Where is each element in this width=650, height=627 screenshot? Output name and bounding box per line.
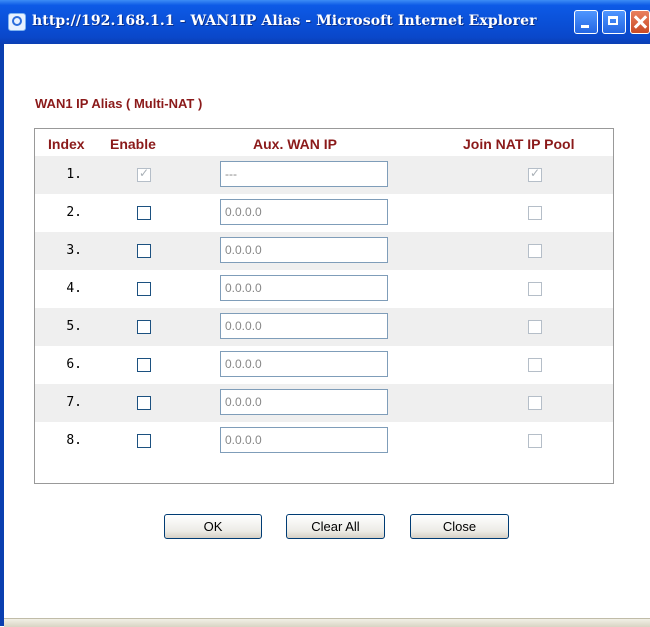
join-nat-ip-pool-checkbox[interactable] <box>528 396 542 410</box>
close-window-button[interactable] <box>630 10 650 34</box>
row-index: 3. <box>66 243 82 258</box>
join-nat-ip-pool-checkbox[interactable] <box>528 244 542 258</box>
column-header-aux-wan-ip: Aux. WAN IP <box>253 136 338 152</box>
table-row: 5. 0.0.0.0 <box>35 308 613 346</box>
column-header-index: Index <box>48 136 85 152</box>
clear-all-button[interactable]: Clear All <box>286 514 385 539</box>
table-row: 7. 0.0.0.0 <box>35 384 613 422</box>
ok-button[interactable]: OK <box>164 514 262 539</box>
table-row: 4. 0.0.0.0 <box>35 270 613 308</box>
close-button[interactable]: Close <box>410 514 509 539</box>
row-index: 7. <box>66 395 82 410</box>
table-row: 1. --- <box>35 156 613 194</box>
table-row: 3. 0.0.0.0 <box>35 232 613 270</box>
window-title: http://192.168.1.1 - WAN1IP Alias - Micr… <box>32 13 537 29</box>
aux-wan-ip-input[interactable]: 0.0.0.0 <box>220 237 388 263</box>
row-index: 4. <box>66 281 82 296</box>
join-nat-ip-pool-checkbox[interactable] <box>528 166 542 182</box>
aux-wan-ip-input[interactable]: --- <box>220 161 388 187</box>
aux-wan-ip-input[interactable]: 0.0.0.0 <box>220 275 388 301</box>
internet-explorer-icon <box>8 13 26 31</box>
aux-wan-ip-input[interactable]: 0.0.0.0 <box>220 313 388 339</box>
row-index: 1. <box>66 167 82 182</box>
row-index: 2. <box>66 205 82 220</box>
row-index: 6. <box>66 357 82 372</box>
enable-checkbox[interactable] <box>137 396 151 410</box>
table-row: 8. 0.0.0.0 <box>35 422 613 460</box>
title-bar[interactable]: http://192.168.1.1 - WAN1IP Alias - Micr… <box>0 0 650 44</box>
join-nat-ip-pool-checkbox[interactable] <box>528 206 542 220</box>
join-nat-ip-pool-checkbox[interactable] <box>528 434 542 448</box>
enable-checkbox[interactable] <box>137 358 151 372</box>
row-index: 8. <box>66 433 82 448</box>
aux-wan-ip-input[interactable]: 0.0.0.0 <box>220 199 388 225</box>
column-header-join-nat-ip-pool: Join NAT IP Pool <box>463 136 575 152</box>
aux-wan-ip-input[interactable]: 0.0.0.0 <box>220 351 388 377</box>
table-row: 2. 0.0.0.0 <box>35 194 613 232</box>
table-row: 6. 0.0.0.0 <box>35 346 613 384</box>
section-title: WAN1 IP Alias ( Multi-NAT ) <box>35 96 203 111</box>
enable-checkbox[interactable] <box>137 206 151 220</box>
enable-checkbox[interactable] <box>137 282 151 296</box>
enable-checkbox[interactable] <box>137 166 151 182</box>
enable-checkbox[interactable] <box>137 244 151 258</box>
join-nat-ip-pool-checkbox[interactable] <box>528 320 542 334</box>
join-nat-ip-pool-checkbox[interactable] <box>528 358 542 372</box>
enable-checkbox[interactable] <box>137 434 151 448</box>
maximize-button[interactable] <box>602 10 626 34</box>
minimize-button[interactable] <box>574 10 598 34</box>
row-index: 5. <box>66 319 82 334</box>
aux-wan-ip-input[interactable]: 0.0.0.0 <box>220 389 388 415</box>
aux-wan-ip-input[interactable]: 0.0.0.0 <box>220 427 388 453</box>
join-nat-ip-pool-checkbox[interactable] <box>528 282 542 296</box>
column-header-enable: Enable <box>110 136 156 152</box>
enable-checkbox[interactable] <box>137 320 151 334</box>
